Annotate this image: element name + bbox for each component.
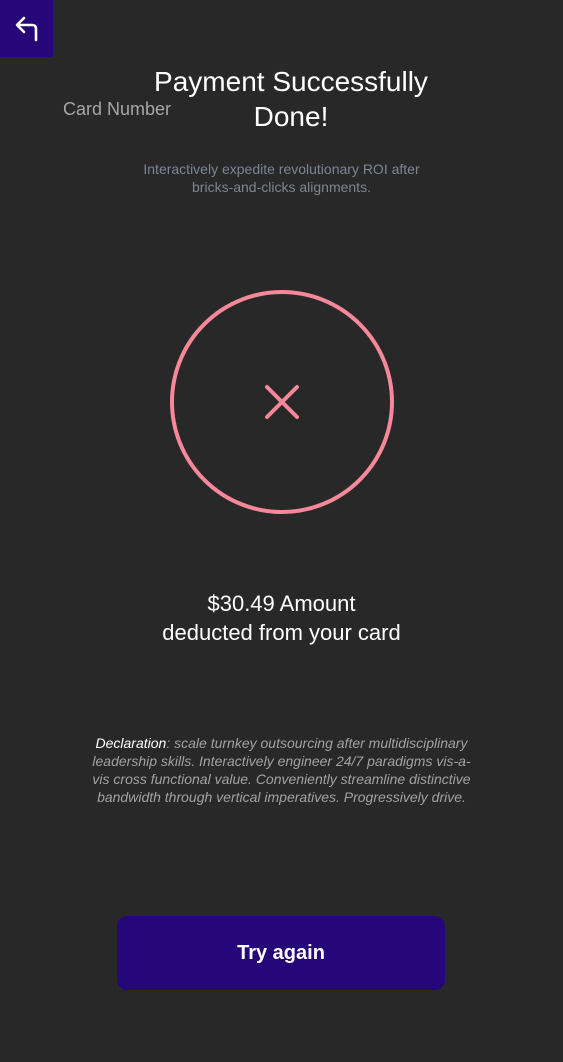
- amount-deducted: $30.49 Amount deducted from your card: [0, 589, 563, 647]
- title-line-2: Done!: [253, 101, 329, 132]
- amount-line-1: $30.49 Amount: [207, 591, 356, 616]
- declaration-text: Declaration: scale turnkey outsourcing a…: [92, 734, 471, 806]
- back-button[interactable]: [0, 0, 53, 57]
- amount-line-2: deducted from your card: [162, 620, 401, 645]
- page-subtitle: Interactively expedite revolutionary ROI…: [0, 160, 563, 196]
- try-again-button[interactable]: Try again: [117, 916, 445, 990]
- subtitle-line-2: bricks-and-clicks alignments.: [192, 179, 371, 195]
- close-x-icon: [265, 385, 299, 419]
- page-title: Payment Successfully Done!: [0, 64, 563, 134]
- title-line-1: Payment Successfully: [154, 66, 428, 97]
- subtitle-line-1: Interactively expedite revolutionary ROI…: [143, 161, 420, 177]
- back-arrow-icon: [15, 16, 37, 41]
- status-circle: [170, 290, 394, 514]
- declaration-label: Declaration: [95, 735, 167, 751]
